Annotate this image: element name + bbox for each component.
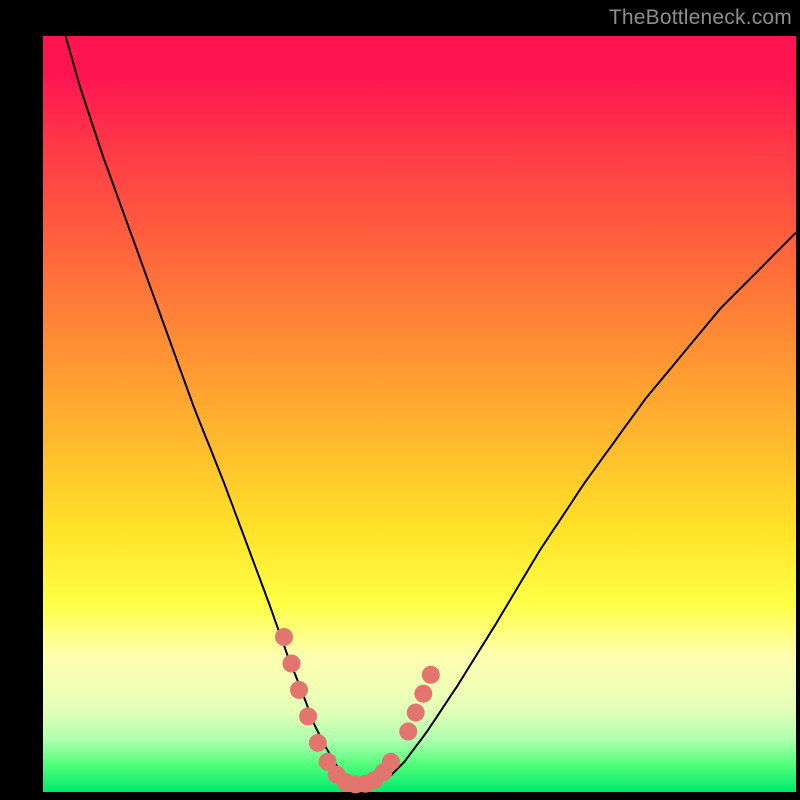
plot-area [43,36,796,792]
watermark-text: TheBottleneck.com [609,6,792,30]
chart-frame: TheBottleneck.com [0,0,800,800]
